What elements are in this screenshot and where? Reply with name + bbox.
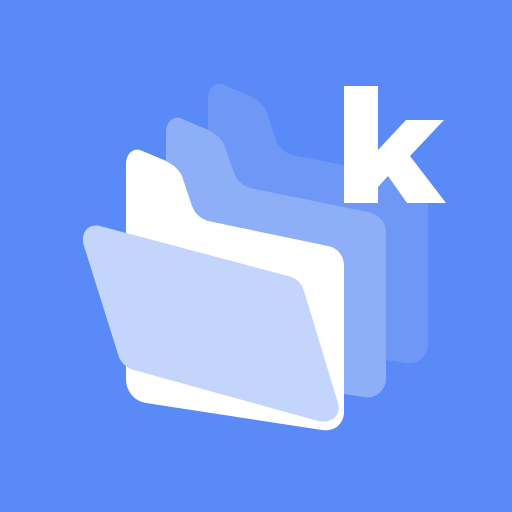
app-icon: [0, 0, 512, 512]
logo-graphic: [0, 0, 512, 512]
